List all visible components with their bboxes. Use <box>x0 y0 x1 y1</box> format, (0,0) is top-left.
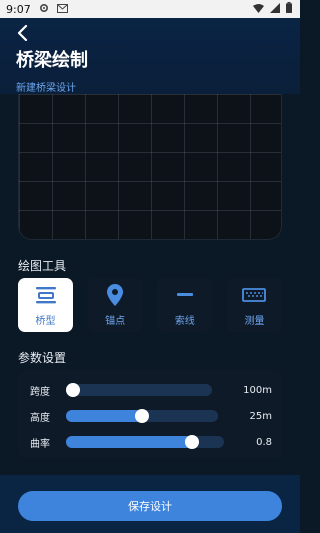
slider-fill <box>66 436 193 448</box>
drawing-canvas[interactable] <box>18 94 282 240</box>
param-row-curvature: 曲率 0.8 <box>30 429 272 455</box>
battery-icon <box>286 2 292 16</box>
save-design-button[interactable]: 保存设计 <box>18 491 282 521</box>
tool-cable[interactable]: 索线 <box>157 278 213 332</box>
span-slider[interactable] <box>66 383 212 397</box>
bridge-type-icon <box>34 283 58 307</box>
tool-measure[interactable]: 测量 <box>226 278 282 332</box>
curvature-slider[interactable] <box>66 435 224 449</box>
param-label: 曲率 <box>30 438 50 450</box>
tools-bar: 桥型 锚点 索线 测量 <box>18 278 282 332</box>
tool-label: 桥型 <box>35 316 56 327</box>
slider-fill <box>66 410 142 422</box>
settings-icon <box>39 3 49 16</box>
page-title: 桥梁绘制 <box>16 50 88 71</box>
bottom-bar: 保存设计 <box>0 475 300 533</box>
cable-line-icon <box>176 283 193 307</box>
location-pin-icon <box>107 283 124 307</box>
status-right <box>253 2 292 16</box>
param-row-span: 跨度 100m <box>30 377 272 403</box>
slider-thumb[interactable] <box>135 409 149 423</box>
tools-section-title: 绘图工具 <box>18 259 67 273</box>
params-panel: 跨度 100m 高度 25m 曲率 0.8 <box>18 370 282 458</box>
slider-thumb[interactable] <box>66 383 80 397</box>
slider-thumb[interactable] <box>185 435 200 449</box>
param-label: 高度 <box>30 412 50 424</box>
tool-anchor[interactable]: 锚点 <box>87 278 143 332</box>
param-value: 100m <box>243 384 272 396</box>
ruler-icon <box>242 283 267 307</box>
page-subtitle: 新建桥梁设计 <box>16 83 76 94</box>
tool-bridge-type[interactable]: 桥型 <box>18 278 73 332</box>
params-section-title: 参数设置 <box>18 351 67 365</box>
app-header: 桥梁绘制 新建桥梁设计 <box>0 18 300 94</box>
param-value: 0.8 <box>256 436 272 448</box>
signal-icon <box>270 2 280 16</box>
status-bar: 9:07 <box>0 0 300 18</box>
param-row-height: 高度 25m <box>30 403 272 429</box>
tool-label: 锚点 <box>105 316 126 327</box>
wifi-icon <box>253 3 264 16</box>
back-button[interactable] <box>16 24 34 45</box>
param-value: 25m <box>249 410 272 422</box>
chevron-left-icon <box>16 24 28 45</box>
height-slider[interactable] <box>66 409 218 423</box>
tool-label: 测量 <box>244 316 265 327</box>
mail-icon <box>56 3 68 16</box>
tool-label: 索线 <box>174 316 195 327</box>
status-time: 9:07 <box>6 2 31 16</box>
status-left: 9:07 <box>6 3 68 16</box>
param-label: 跨度 <box>30 386 50 398</box>
